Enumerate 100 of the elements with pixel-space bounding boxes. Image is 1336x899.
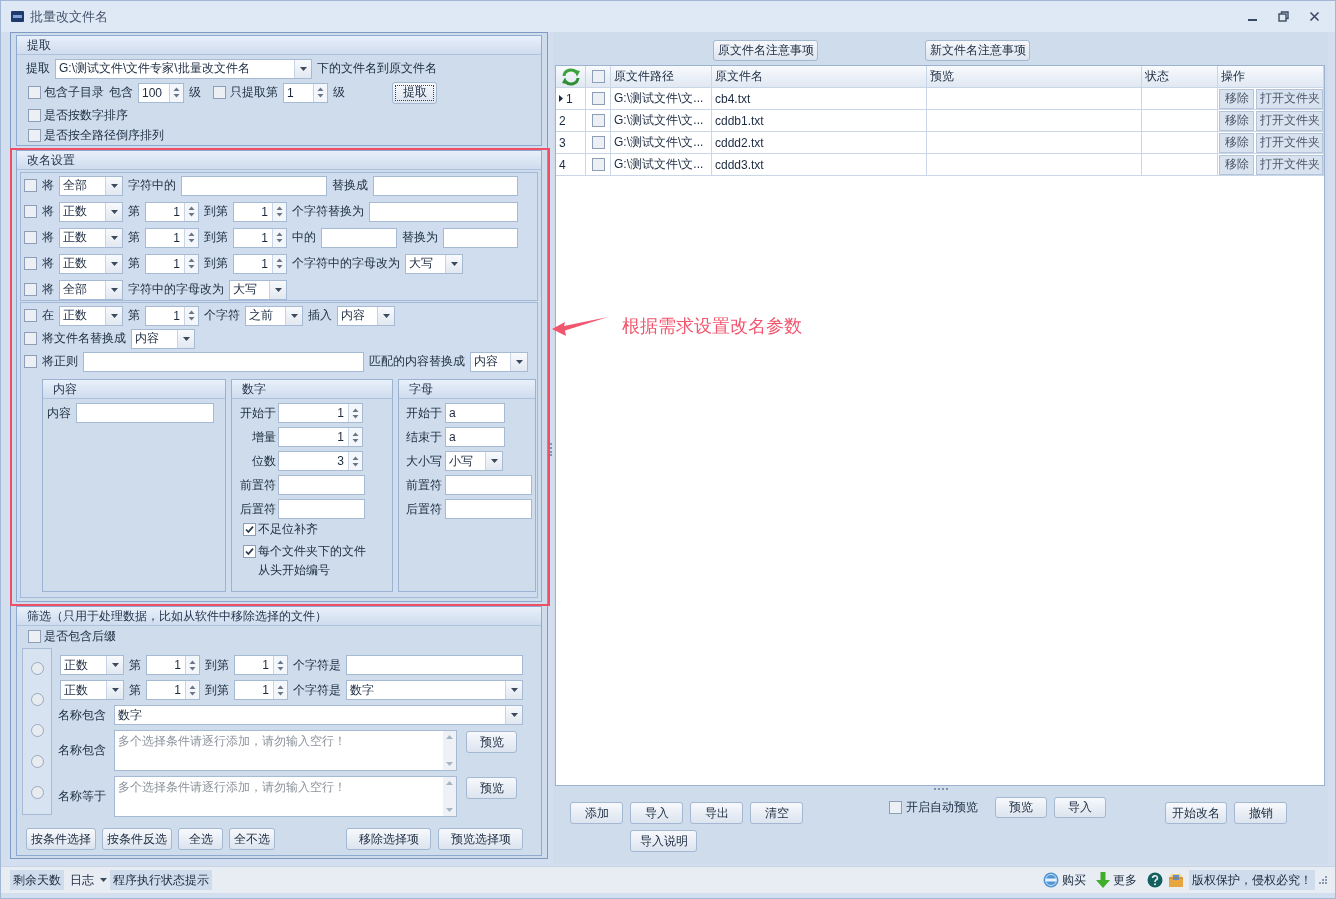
number-field[interactable]: 1 bbox=[234, 655, 288, 675]
preview-button[interactable]: 预览 bbox=[466, 731, 517, 753]
checkbox[interactable] bbox=[243, 523, 256, 536]
list-button[interactable]: 导入 bbox=[630, 802, 683, 824]
text-field[interactable] bbox=[445, 499, 532, 519]
log-menu-button[interactable]: 日志 bbox=[64, 870, 110, 890]
package-icon[interactable] bbox=[1167, 872, 1185, 888]
checkbox[interactable] bbox=[591, 92, 605, 105]
checkbox[interactable] bbox=[591, 114, 605, 127]
dropdown[interactable]: 内容 bbox=[131, 328, 195, 349]
list-button[interactable]: 添加 bbox=[570, 802, 623, 824]
restore-icon[interactable] bbox=[1278, 11, 1289, 22]
dropdown[interactable]: 数字 bbox=[114, 705, 523, 725]
checkbox[interactable] bbox=[591, 158, 605, 171]
column-header[interactable]: 状态 bbox=[1142, 66, 1218, 87]
run-button[interactable]: 开始改名 bbox=[1165, 802, 1227, 824]
row-action-button[interactable]: 打开文件夹 bbox=[1256, 110, 1323, 131]
preview-button[interactable]: 预览 bbox=[466, 777, 517, 799]
number-field[interactable]: 1 bbox=[278, 403, 363, 423]
scrollbar[interactable] bbox=[443, 731, 456, 770]
checkbox[interactable] bbox=[24, 257, 37, 270]
radio-button[interactable] bbox=[30, 786, 44, 799]
preview-button[interactable]: 导入 bbox=[1054, 797, 1106, 818]
row-action-button[interactable]: 移除 bbox=[1219, 88, 1254, 109]
dropdown[interactable]: 全部 bbox=[59, 175, 123, 196]
text-field[interactable] bbox=[181, 175, 327, 196]
checkbox[interactable] bbox=[24, 309, 37, 322]
checkbox[interactable] bbox=[24, 283, 37, 296]
checkbox[interactable] bbox=[28, 129, 41, 142]
number-field[interactable]: 3 bbox=[278, 451, 363, 471]
splitter-grip-icon[interactable] bbox=[549, 442, 552, 456]
resize-grip-icon[interactable] bbox=[1319, 876, 1327, 884]
dropdown[interactable]: 之前 bbox=[245, 305, 303, 326]
dropdown[interactable]: G:\测试文件\文件专家\批量改文件名 bbox=[55, 58, 312, 79]
radio-button[interactable] bbox=[30, 662, 44, 675]
checkbox[interactable] bbox=[24, 205, 37, 218]
action-button[interactable]: 预览选择项 bbox=[438, 828, 523, 850]
checkbox[interactable] bbox=[213, 86, 226, 99]
text-field[interactable] bbox=[278, 499, 365, 519]
text-field[interactable] bbox=[321, 227, 397, 248]
checkbox[interactable] bbox=[28, 629, 41, 643]
list-button[interactable]: 导出 bbox=[690, 802, 743, 824]
number-field[interactable]: 1 bbox=[145, 305, 199, 326]
select-button[interactable]: 全不选 bbox=[229, 828, 275, 850]
checkbox[interactable] bbox=[243, 545, 256, 558]
column-header[interactable]: 原文件名 bbox=[712, 66, 927, 87]
column-header[interactable]: 预览 bbox=[927, 66, 1142, 87]
dropdown[interactable]: 正数 bbox=[60, 655, 124, 675]
row-action-button[interactable]: 移除 bbox=[1219, 110, 1254, 131]
list-button[interactable]: 清空 bbox=[750, 802, 803, 824]
dropdown[interactable]: 小写 bbox=[445, 451, 503, 471]
select-button[interactable]: 按条件选择 bbox=[26, 828, 96, 850]
text-field[interactable] bbox=[372, 175, 518, 196]
row-action-button[interactable]: 打开文件夹 bbox=[1256, 132, 1323, 153]
text-field[interactable] bbox=[278, 475, 365, 495]
number-field[interactable]: 1 bbox=[283, 82, 328, 103]
number-field[interactable]: 1 bbox=[146, 680, 200, 700]
action-button[interactable]: 移除选择项 bbox=[346, 828, 431, 850]
text-field[interactable] bbox=[346, 655, 523, 675]
number-field[interactable]: 1 bbox=[145, 253, 199, 274]
text-field[interactable] bbox=[83, 351, 364, 372]
select-button[interactable]: 按条件反选 bbox=[102, 828, 172, 850]
dropdown[interactable]: 内容 bbox=[470, 351, 528, 372]
number-field[interactable]: 1 bbox=[145, 201, 199, 222]
checkbox[interactable] bbox=[24, 231, 37, 244]
extract-button[interactable]: 提取 bbox=[392, 81, 437, 104]
column-header[interactable]: 原文件路径 bbox=[611, 66, 712, 87]
checkbox[interactable] bbox=[591, 136, 605, 149]
row-action-button[interactable]: 打开文件夹 bbox=[1256, 154, 1323, 175]
text-field[interactable]: a bbox=[445, 403, 505, 423]
checkbox[interactable] bbox=[591, 70, 605, 83]
radio-button[interactable] bbox=[30, 755, 44, 768]
notes-button[interactable]: 原文件名注意事项 bbox=[713, 40, 818, 61]
select-button[interactable]: 全选 bbox=[178, 828, 223, 850]
dropdown[interactable]: 正数 bbox=[59, 253, 123, 274]
scrollbar[interactable] bbox=[443, 777, 456, 816]
text-field[interactable] bbox=[442, 227, 518, 248]
number-field[interactable]: 1 bbox=[278, 427, 363, 447]
text-field[interactable] bbox=[445, 475, 532, 495]
dropdown[interactable]: 内容 bbox=[337, 305, 395, 326]
checkbox[interactable] bbox=[28, 86, 41, 99]
number-field[interactable]: 1 bbox=[234, 680, 288, 700]
close-icon[interactable] bbox=[1309, 11, 1320, 22]
dropdown[interactable]: 数字 bbox=[346, 680, 523, 700]
number-field[interactable]: 100 bbox=[138, 82, 184, 103]
checkbox[interactable] bbox=[889, 801, 902, 814]
dropdown[interactable]: 正数 bbox=[59, 201, 123, 222]
import-help-button[interactable]: 导入说明 bbox=[630, 830, 697, 852]
text-field[interactable] bbox=[369, 201, 518, 222]
dropdown[interactable]: 大写 bbox=[229, 279, 287, 300]
checkbox[interactable] bbox=[24, 179, 37, 192]
checkbox[interactable] bbox=[28, 109, 41, 122]
status-link[interactable]: 更多 bbox=[1096, 870, 1137, 890]
number-field[interactable]: 1 bbox=[145, 227, 199, 248]
row-action-button[interactable]: 打开文件夹 bbox=[1256, 88, 1323, 109]
radio-button[interactable] bbox=[30, 693, 44, 706]
dropdown[interactable]: 正数 bbox=[60, 680, 124, 700]
dropdown[interactable]: 正数 bbox=[59, 305, 123, 326]
refresh-icon[interactable] bbox=[560, 67, 581, 86]
column-header[interactable]: 操作 bbox=[1218, 66, 1324, 87]
